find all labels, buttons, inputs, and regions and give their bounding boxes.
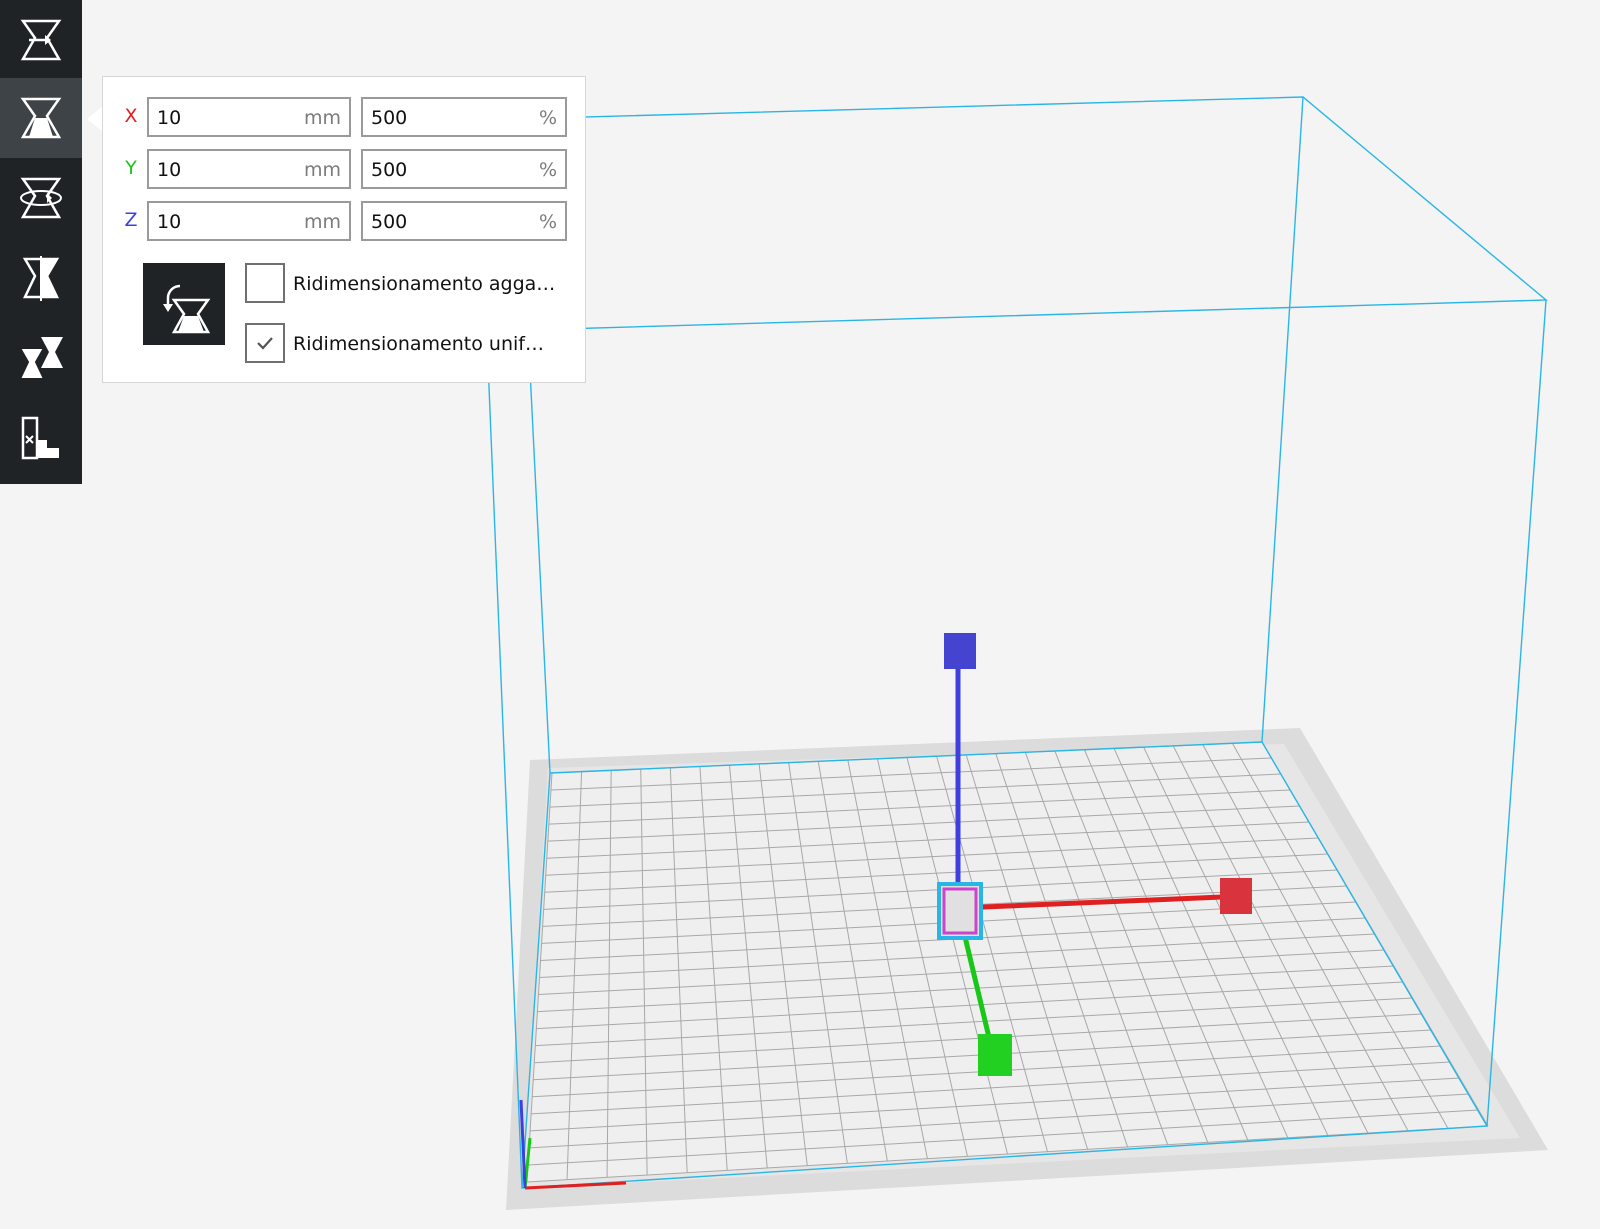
y-percent-value: 500 xyxy=(371,159,408,181)
snap-scaling-label: Ridimensionamento agga… xyxy=(293,273,556,295)
checkmark-icon xyxy=(257,337,273,350)
z-percent-unit: % xyxy=(538,211,557,233)
snap-scaling-checkbox[interactable] xyxy=(245,263,285,303)
x-scale-handle[interactable] xyxy=(1220,878,1252,914)
per-model-settings-icon xyxy=(18,337,63,380)
rotate-icon xyxy=(20,177,62,219)
scale-tool-button[interactable] xyxy=(0,78,82,158)
scale-icon xyxy=(20,97,62,139)
z-mm-field[interactable]: 10 mm xyxy=(147,201,351,241)
move-icon xyxy=(20,19,62,61)
x-percent-value: 500 xyxy=(371,107,408,129)
support-blocker-icon xyxy=(21,416,59,460)
z-mm-value: 10 xyxy=(157,211,182,233)
y-percent-unit: % xyxy=(538,159,557,181)
rotate-tool-button[interactable] xyxy=(0,158,82,238)
uniform-scaling-checkbox[interactable] xyxy=(245,323,285,363)
y-axis-label: Y xyxy=(125,157,137,179)
z-axis-label: Z xyxy=(124,209,138,231)
y-mm-field[interactable]: 10 mm xyxy=(147,149,351,189)
uniform-scaling-label: Ridimensionamento unif… xyxy=(293,333,544,355)
scale-panel: X 10 mm 500 % Y 10 mm 500 % Z 10 mm 500 … xyxy=(102,76,586,383)
tool-toolbar xyxy=(0,0,82,484)
z-mm-unit: mm xyxy=(303,211,341,233)
per-model-settings-button[interactable] xyxy=(0,318,82,398)
x-mm-unit: mm xyxy=(303,107,341,129)
reset-scale-icon xyxy=(163,284,211,334)
x-mm-field[interactable]: 10 mm xyxy=(147,97,351,137)
mirror-icon xyxy=(22,256,60,301)
x-axis-label: X xyxy=(124,105,138,127)
z-scale-handle[interactable] xyxy=(944,633,976,669)
x-mm-value: 10 xyxy=(157,107,182,129)
z-percent-value: 500 xyxy=(371,211,408,233)
x-percent-field[interactable]: 500 % xyxy=(361,97,567,137)
y-mm-value: 10 xyxy=(157,159,182,181)
x-percent-unit: % xyxy=(538,107,557,129)
reset-scale-button[interactable] xyxy=(143,263,225,345)
y-percent-field[interactable]: 500 % xyxy=(361,149,567,189)
z-percent-field[interactable]: 500 % xyxy=(361,201,567,241)
support-blocker-button[interactable] xyxy=(0,398,82,478)
y-scale-handle[interactable] xyxy=(978,1034,1012,1076)
mirror-tool-button[interactable] xyxy=(0,238,82,318)
panel-pointer xyxy=(87,106,103,132)
move-tool-button[interactable] xyxy=(0,0,82,80)
y-mm-unit: mm xyxy=(303,159,341,181)
